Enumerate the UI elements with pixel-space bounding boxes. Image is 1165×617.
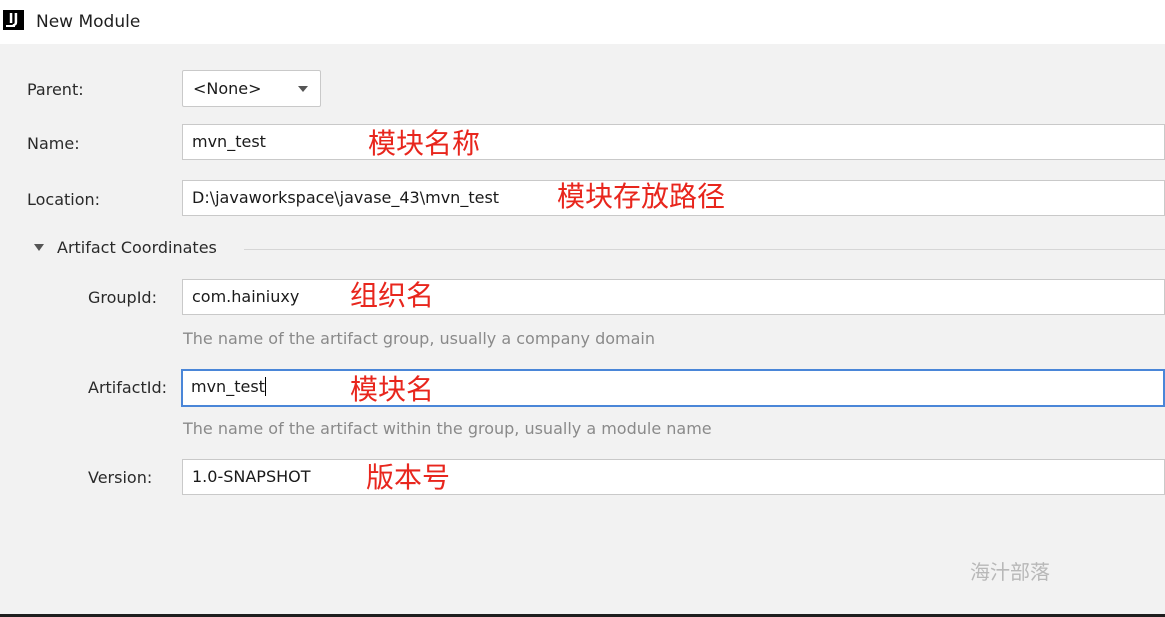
artifactid-field-value: mvn_test	[191, 377, 265, 396]
name-field[interactable]: mvn_test	[182, 124, 1165, 160]
version-field[interactable]: 1.0-SNAPSHOT	[182, 459, 1165, 495]
location-field-value: D:\javaworkspace\javase_43\mvn_test	[192, 188, 500, 207]
title-bar: IJ New Module	[0, 0, 1165, 44]
version-label: Version:	[88, 468, 153, 487]
name-label: Name:	[27, 134, 80, 153]
watermark: 海汁部落	[970, 560, 1050, 584]
intellij-icon: IJ	[3, 10, 24, 30]
version-field-value: 1.0-SNAPSHOT	[192, 467, 311, 486]
parent-dropdown[interactable]: <None>	[182, 70, 321, 107]
artifactid-field[interactable]: mvn_test	[181, 369, 1165, 407]
version-annotation: 版本号	[366, 461, 451, 494]
groupid-field[interactable]: com.hainiuxy	[182, 279, 1165, 315]
text-caret	[264, 377, 266, 396]
window-title: New Module	[36, 12, 141, 32]
groupid-annotation: 组织名	[350, 279, 435, 312]
location-label: Location:	[27, 190, 101, 209]
parent-selected-value: <None>	[193, 79, 262, 98]
artifactid-hint: The name of the artifact within the grou…	[183, 419, 712, 438]
artifactid-annotation: 模块名	[350, 373, 435, 406]
name-field-value: mvn_test	[192, 132, 266, 151]
section-title[interactable]: Artifact Coordinates	[57, 238, 217, 257]
section-divider	[244, 249, 1165, 250]
groupid-label: GroupId:	[88, 288, 157, 307]
groupid-hint: The name of the artifact group, usually …	[183, 329, 655, 348]
groupid-field-value: com.hainiuxy	[192, 287, 300, 306]
chevron-down-icon	[298, 86, 308, 92]
parent-label: Parent:	[27, 80, 84, 99]
name-annotation: 模块名称	[368, 127, 481, 160]
location-annotation: 模块存放路径	[557, 180, 726, 213]
collapse-triangle-icon[interactable]	[34, 244, 44, 251]
artifactid-label: ArtifactId:	[88, 378, 168, 397]
